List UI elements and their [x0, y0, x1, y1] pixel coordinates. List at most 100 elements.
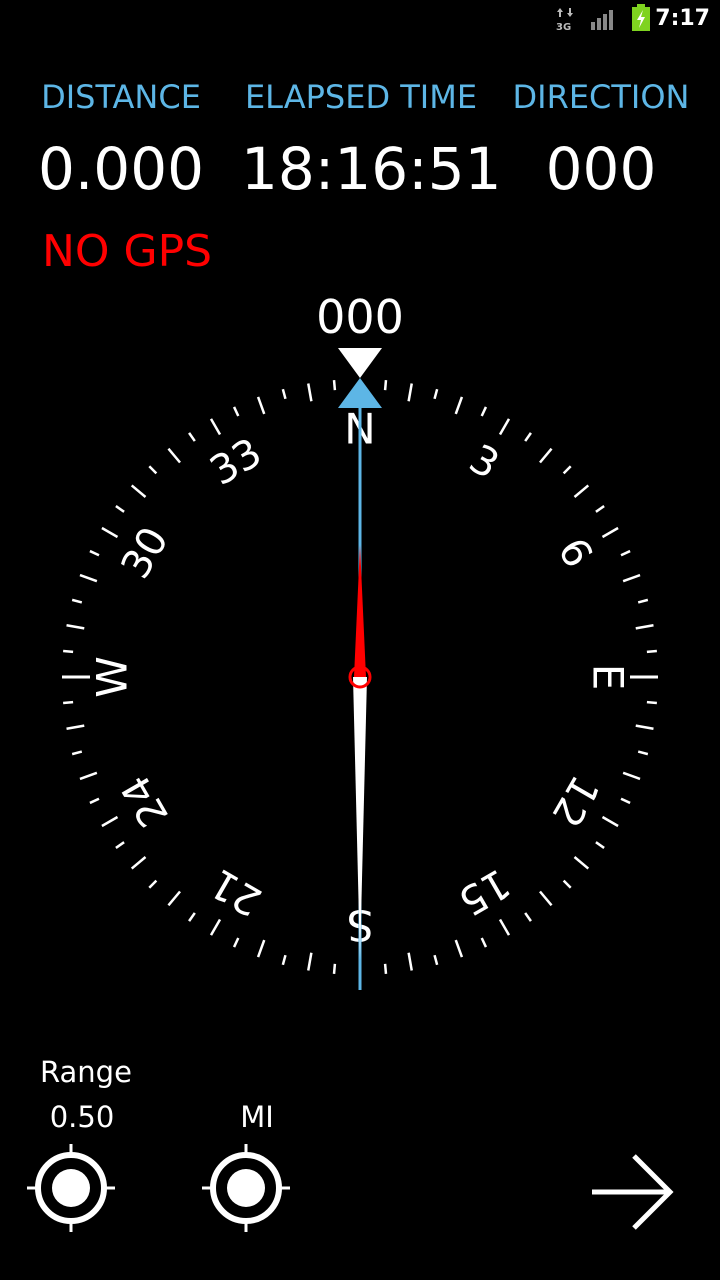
- compass-tick: [524, 912, 532, 922]
- compass-bearing-21: 21: [202, 859, 269, 924]
- compass-tick: [148, 879, 158, 889]
- compass-tick: [332, 380, 337, 391]
- elapsed-time-value: 18:16:51: [241, 135, 502, 203]
- compass-tick: [66, 624, 85, 630]
- compass-tick: [454, 939, 464, 958]
- compass-tick: [480, 406, 488, 417]
- direction-value: 000: [545, 135, 657, 203]
- compass-tick: [167, 890, 181, 907]
- compass-tick: [232, 406, 240, 417]
- compass-tick: [307, 383, 313, 402]
- compass-tick: [601, 526, 619, 539]
- compass-tick: [539, 890, 553, 907]
- compass-dial: NESW36121521243033: [62, 348, 658, 990]
- compass-tick: [480, 937, 488, 948]
- compass-tick: [281, 954, 287, 966]
- compass-tick: [209, 418, 222, 436]
- compass-tick: [524, 432, 532, 442]
- compass-tick: [539, 447, 553, 464]
- compass-bearing-3: 3: [461, 436, 506, 489]
- compass-cardinal-e: E: [584, 664, 633, 691]
- compass-tick: [307, 952, 313, 971]
- distance-label: DISTANCE: [41, 78, 201, 116]
- range-button[interactable]: [25, 1142, 117, 1234]
- compass-tick: [115, 505, 125, 513]
- next-button[interactable]: [586, 1150, 678, 1234]
- compass-tick: [595, 841, 605, 849]
- compass-tick: [71, 750, 83, 756]
- compass-tick: [646, 649, 657, 654]
- compass-tick: [637, 598, 649, 604]
- direction-label: DIRECTION: [512, 78, 690, 116]
- compass-tick: [433, 954, 439, 966]
- compass-tick: [101, 815, 119, 828]
- status-bar: 3G 7:17: [0, 0, 720, 38]
- compass-tick: [89, 549, 100, 557]
- compass-tick: [256, 939, 266, 958]
- compass-tick: [635, 724, 654, 730]
- elapsed-time-label: ELAPSED TIME: [244, 78, 478, 116]
- compass-tick: [115, 841, 125, 849]
- compass-tick: [79, 771, 98, 781]
- compass-tick: [188, 432, 196, 442]
- compass-tick: [573, 856, 590, 870]
- compass-tick: [66, 724, 85, 730]
- compass-tick: [281, 388, 287, 400]
- compass-bearing-33: 33: [202, 430, 269, 495]
- status-time: 7:17: [655, 6, 710, 31]
- gps-status: NO GPS: [42, 226, 213, 277]
- compass-tick: [635, 624, 654, 630]
- compass-tick: [130, 856, 147, 870]
- unit-label: MI: [240, 1100, 274, 1134]
- compass-cardinal-w: W: [88, 656, 137, 698]
- compass-tick: [89, 797, 100, 805]
- compass-tick: [620, 549, 631, 557]
- arrow-right-icon: [592, 1154, 674, 1230]
- unit-target-icon: [202, 1144, 290, 1232]
- network-type: 3G: [556, 22, 571, 32]
- compass-tick: [383, 380, 388, 391]
- compass-tick: [232, 937, 240, 948]
- compass-bearing-15: 15: [450, 859, 517, 924]
- compass-tick: [433, 388, 439, 400]
- compass-tick: [562, 465, 572, 475]
- compass-tick: [256, 396, 266, 415]
- heading-marker-icon: [338, 348, 382, 378]
- compass-bearing-12: 12: [542, 767, 607, 834]
- compass-tick: [573, 484, 590, 498]
- compass-tick: [209, 918, 222, 936]
- compass-tick: [148, 465, 158, 475]
- compass-tick: [63, 700, 74, 705]
- compass-tick: [620, 797, 631, 805]
- signal-bars-icon: [591, 10, 613, 30]
- compass-tick: [562, 879, 572, 889]
- compass-tick: [63, 649, 74, 654]
- compass-tick: [167, 447, 181, 464]
- compass-tick: [71, 598, 83, 604]
- compass-tick: [622, 771, 641, 781]
- compass-tick: [383, 963, 388, 974]
- compass-tick: [646, 700, 657, 705]
- compass-tick: [332, 963, 337, 974]
- range-target-icon: [27, 1144, 115, 1232]
- compass-tick: [130, 484, 147, 498]
- compass-tick: [498, 918, 511, 936]
- unit-button[interactable]: [200, 1142, 292, 1234]
- distance-value: 0.000: [37, 135, 205, 203]
- compass-tick: [622, 573, 641, 583]
- needle-north: [354, 545, 366, 677]
- compass-tick: [637, 750, 649, 756]
- data-arrows-icon: 3G: [556, 8, 573, 32]
- compass-tick: [454, 396, 464, 415]
- range-label: Range: [40, 1055, 132, 1089]
- compass-tick: [407, 383, 413, 402]
- compass-tick: [595, 505, 605, 513]
- compass-tick: [601, 815, 619, 828]
- compass-tick: [188, 912, 196, 922]
- battery-charging-icon: [632, 4, 650, 31]
- compass-bearing-30: 30: [113, 519, 178, 586]
- compass-bearing-24: 24: [113, 767, 178, 834]
- compass-tick: [407, 952, 413, 971]
- range-value: 0.50: [49, 1100, 115, 1134]
- compass-tick: [498, 418, 511, 436]
